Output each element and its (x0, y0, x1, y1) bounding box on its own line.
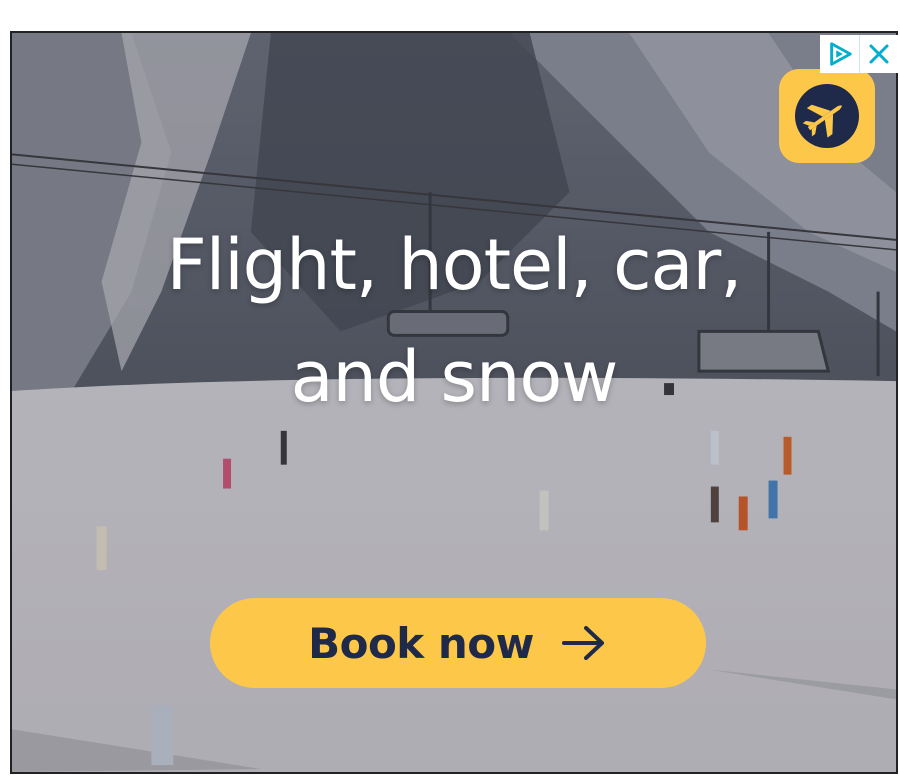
close-icon[interactable] (860, 35, 898, 73)
adchoices-icon[interactable] (820, 35, 861, 73)
ad-banner[interactable]: Flight, hotel, car, and snow Book now (10, 31, 898, 774)
adchoices-bar[interactable] (820, 35, 898, 73)
book-now-label: Book now (308, 618, 534, 668)
headline: Flight, hotel, car, and snow (12, 209, 896, 433)
book-now-button[interactable]: Book now (210, 598, 706, 688)
airplane-logo-icon (795, 84, 859, 148)
headline-line-2: and snow (290, 336, 619, 418)
headline-line-1: Flight, hotel, car, (166, 224, 743, 306)
arrow-right-icon (560, 623, 608, 663)
brand-logo[interactable] (779, 69, 875, 163)
